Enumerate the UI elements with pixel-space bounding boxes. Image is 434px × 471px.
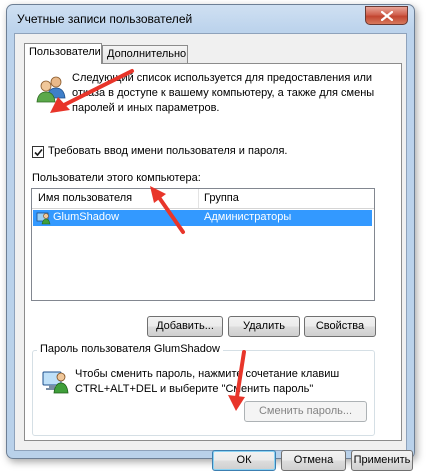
apply-button[interactable]: Применить <box>351 450 413 471</box>
properties-button[interactable]: Свойства <box>304 316 376 337</box>
close-icon <box>381 11 393 21</box>
ok-button[interactable]: ОК <box>212 450 276 471</box>
dialog-window: Учетные записи пользователей Пользовател… <box>6 4 415 471</box>
row-group: Администраторы <box>204 211 292 223</box>
tab-users-label: Пользователи <box>29 46 101 58</box>
require-login-checkbox[interactable] <box>32 146 44 158</box>
dialog-client-area: Пользователи Дополнительно Следующий спи… <box>14 33 413 471</box>
remove-user-button[interactable]: Удалить <box>228 316 300 337</box>
user-row-icon <box>36 212 51 225</box>
tab-advanced[interactable]: Дополнительно <box>102 45 188 63</box>
check-icon <box>34 148 43 157</box>
change-password-button[interactable]: Сменить пароль... <box>244 401 367 422</box>
listview-header: Имя пользователя Группа <box>32 189 374 209</box>
column-header-group[interactable]: Группа <box>204 192 239 204</box>
close-button[interactable] <box>365 6 408 25</box>
users-description: Следующий список используется для предос… <box>72 72 375 114</box>
table-row[interactable]: GlumShadow Администраторы <box>33 210 372 226</box>
cancel-button[interactable]: Отмена <box>281 450 346 471</box>
tab-advanced-label: Дополнительно <box>107 48 187 60</box>
users-listview[interactable]: Имя пользователя Группа GlumShadow Админ… <box>31 188 375 301</box>
users-tab-panel: Следующий список используется для предос… <box>24 63 402 441</box>
title-bar[interactable]: Учетные записи пользователей <box>7 5 414 33</box>
column-divider[interactable] <box>198 189 199 208</box>
users-icon <box>36 76 66 103</box>
require-login-label[interactable]: Требовать ввод имени пользователя и паро… <box>48 145 287 157</box>
password-group-title: Пароль пользователя GlumShadow <box>37 343 223 355</box>
tab-users[interactable]: Пользователи <box>24 43 102 64</box>
column-header-username[interactable]: Имя пользователя <box>38 192 132 204</box>
password-user-icon <box>42 371 69 394</box>
users-list-label: Пользователи этого компьютера: <box>32 172 201 184</box>
add-user-button[interactable]: Добавить... <box>147 316 223 337</box>
row-username: GlumShadow <box>53 211 120 223</box>
window-title: Учетные записи пользователей <box>17 12 193 26</box>
password-instructions: Чтобы сменить пароль, нажмите сочетание … <box>75 368 340 395</box>
